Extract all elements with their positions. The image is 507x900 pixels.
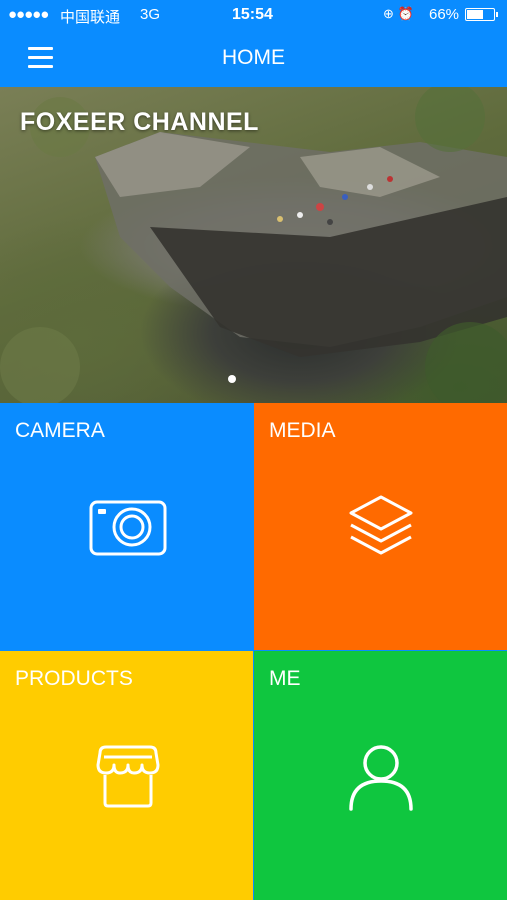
me-tile-label: ME — [269, 667, 301, 690]
page-title: HOME — [222, 46, 285, 69]
status-indicators-icon: ⊕ ⏰ — [383, 6, 414, 21]
carrier-name: 中国联通 — [60, 9, 121, 26]
me-tile[interactable]: ME — [254, 651, 507, 900]
user-icon — [349, 745, 413, 811]
products-tile-label: PRODUCTS — [15, 667, 133, 690]
banner-title: FOXEER CHANNEL — [20, 108, 259, 136]
store-icon — [96, 745, 160, 808]
camera-tile[interactable]: CAMERA — [0, 403, 253, 650]
status-time: 15:54 — [232, 6, 273, 23]
camera-icon — [89, 500, 167, 556]
signal-strength-icon: ●●●●● — [8, 6, 49, 23]
battery-level — [467, 10, 483, 19]
status-bar: ●●●●● 中国联通 3G 15:54 ⊕ ⏰ 66% — [0, 0, 507, 30]
banner-carousel[interactable]: FOXEER CHANNEL — [0, 87, 507, 403]
network-type: 3G — [140, 6, 161, 23]
battery-icon — [465, 8, 498, 21]
layers-icon — [349, 495, 413, 555]
nav-bar: HOME — [0, 30, 507, 87]
battery-percent: 66% — [429, 6, 460, 23]
media-tile-label: MEDIA — [269, 419, 336, 442]
products-tile[interactable]: PRODUCTS — [0, 651, 253, 900]
camera-tile-label: CAMERA — [15, 419, 105, 442]
media-tile[interactable]: MEDIA — [254, 403, 507, 650]
carousel-page-indicator — [228, 375, 236, 383]
